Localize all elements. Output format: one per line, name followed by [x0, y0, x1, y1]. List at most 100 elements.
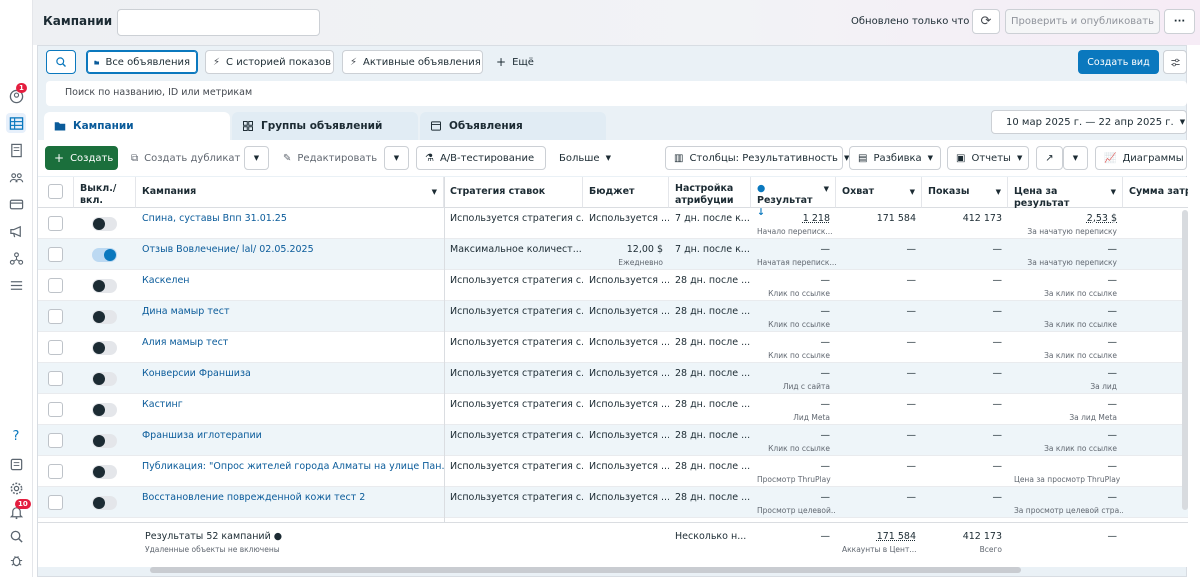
notifications-bell-icon[interactable]: 10 — [6, 499, 31, 522]
campaign-name-link[interactable]: Восстановление поврежденной кожи тест 2 — [142, 492, 365, 503]
horizontal-scrollbar[interactable] — [150, 567, 1021, 573]
row-checkbox[interactable] — [48, 247, 63, 262]
edit-dropdown[interactable]: ▼ — [384, 146, 409, 170]
refresh-button[interactable]: ⟳ — [972, 9, 1000, 34]
header-campaign[interactable]: Кампания ▼ — [136, 177, 444, 208]
metrics-search-input[interactable]: Поиск по названию, ID или метрикам — [46, 81, 1187, 106]
campaign-toggle[interactable] — [92, 310, 117, 324]
menu-icon[interactable] — [6, 275, 26, 295]
result-type: Клик по ссылке — [768, 289, 830, 298]
business-network-icon[interactable] — [6, 248, 26, 268]
tab-ads[interactable]: Объявления — [420, 112, 606, 140]
search-toggle-button[interactable] — [46, 50, 76, 74]
result-type: Начатая переписк... — [757, 258, 836, 267]
info-icon[interactable]: ● — [274, 531, 282, 542]
header-impressions[interactable]: Показы ▼ — [922, 177, 1008, 208]
row-checkbox[interactable] — [48, 402, 63, 417]
row-checkbox[interactable] — [48, 495, 63, 510]
table-row[interactable]: Франшиза иглотерапии Используется стратег… — [38, 425, 1188, 456]
billing-icon[interactable] — [6, 194, 26, 214]
campaign-name-link[interactable]: Спина, суставы Впп 31.01.25 — [142, 213, 287, 224]
campaign-name-link[interactable]: Дина мамыр тест — [142, 306, 230, 317]
row-checkbox[interactable] — [48, 216, 63, 231]
campaigns-table-icon[interactable] — [6, 113, 26, 133]
bug-report-icon[interactable] — [6, 550, 26, 570]
campaign-name-link[interactable]: Кастинг — [142, 399, 183, 410]
more-views-button[interactable]: + Ещё — [496, 55, 534, 69]
audiences-icon[interactable] — [6, 167, 26, 187]
campaign-toggle[interactable] — [92, 248, 117, 262]
table-row[interactable]: Спина, суставы Впп 31.01.25 Используется … — [38, 208, 1188, 239]
export-dropdown[interactable]: ▼ — [1063, 146, 1088, 170]
date-range-picker[interactable]: 10 мар 2025 г. — 22 апр 2025 г. ▼ — [991, 110, 1187, 134]
campaign-name-link[interactable]: Каскелен — [142, 275, 190, 286]
row-checkbox[interactable] — [48, 433, 63, 448]
vertical-scrollbar[interactable] — [1182, 210, 1188, 510]
export-button[interactable]: ↗ — [1036, 146, 1063, 170]
header-budget[interactable]: Бюджет — [583, 177, 669, 208]
account-overview-icon[interactable]: 1 — [6, 83, 27, 106]
campaign-name-link[interactable]: Конверсии Франшиза — [142, 368, 251, 379]
header-attribution[interactable]: Настройка атрибуции — [669, 177, 751, 208]
create-button[interactable]: + Создать — [45, 146, 118, 170]
view-active-ads[interactable]: ⚡ Активные объявления — [342, 50, 483, 74]
row-checkbox[interactable] — [48, 278, 63, 293]
pages-icon[interactable] — [6, 140, 26, 160]
table-row[interactable]: Публикация: "Опрос жителей города Алматы… — [38, 456, 1188, 487]
header-cost-per-result[interactable]: Цена за результат ▼ — [1008, 177, 1123, 209]
help-icon[interactable]: ? — [6, 426, 26, 446]
header-select-all[interactable] — [38, 177, 74, 208]
edit-button[interactable]: ✎ Редактировать — [275, 146, 386, 170]
campaign-toggle[interactable] — [92, 341, 117, 355]
columns-button[interactable]: ▥ Столбцы: Результативность ▼ — [665, 146, 849, 170]
cpr-value: — — [1107, 461, 1118, 472]
select-all-checkbox[interactable] — [48, 184, 63, 199]
campaign-toggle[interactable] — [92, 434, 117, 448]
search-icon[interactable] — [6, 526, 26, 546]
tab-adsets[interactable]: Группы объявлений — [232, 112, 418, 140]
table-row[interactable]: Каскелен Используется стратегия с... Испол… — [38, 270, 1188, 301]
duplicate-dropdown[interactable]: ▼ — [244, 146, 269, 170]
megaphone-icon[interactable] — [6, 221, 26, 241]
table-row[interactable]: Восстановление поврежденной кожи тест 2 И… — [38, 487, 1188, 518]
row-checkbox[interactable] — [48, 371, 63, 386]
row-checkbox[interactable] — [48, 340, 63, 355]
campaign-name-link[interactable]: Алия мамыр тест — [142, 337, 228, 348]
duplicate-button[interactable]: ⧉ Создать дубликат — [123, 146, 249, 170]
campaign-toggle[interactable] — [92, 465, 117, 479]
table-row[interactable]: Дина мамыр тест Используется стратегия с.… — [38, 301, 1188, 332]
campaign-toggle[interactable] — [92, 496, 117, 510]
table-row[interactable]: Алия мамыр тест Используется стратегия с.… — [38, 332, 1188, 363]
account-selector-input[interactable] — [117, 9, 320, 36]
campaign-name-link[interactable]: Отзыв Вовлечение/ lal/ 02.05.2025 — [142, 244, 314, 255]
reports-button[interactable]: ▣ Отчеты ▼ — [947, 146, 1029, 170]
notes-icon[interactable] — [6, 454, 26, 474]
settings-gear-icon[interactable] — [6, 478, 26, 498]
header-result[interactable]: ● Результат ↓ ▼ — [751, 177, 836, 218]
campaign-toggle[interactable] — [92, 372, 117, 386]
row-checkbox[interactable] — [48, 464, 63, 479]
view-settings-button[interactable] — [1163, 50, 1187, 74]
more-actions-button[interactable]: Больше ▼ — [551, 146, 619, 170]
create-view-button[interactable]: Создать вид — [1078, 50, 1159, 74]
table-row[interactable]: Кастинг Используется стратегия с... Исполь… — [38, 394, 1188, 425]
ab-test-button[interactable]: ⚗ A/B-тестирование — [416, 146, 546, 170]
more-options-button[interactable]: ··· — [1164, 9, 1195, 34]
campaign-toggle[interactable] — [92, 217, 117, 231]
charts-button[interactable]: 📈 Диаграммы — [1095, 146, 1187, 170]
campaign-toggle[interactable] — [92, 403, 117, 417]
header-bid-strategy[interactable]: Стратегия ставок — [444, 177, 583, 208]
row-checkbox[interactable] — [48, 309, 63, 324]
view-all-ads[interactable]: Все объявления — [86, 50, 198, 74]
header-reach[interactable]: Охват ▼ — [836, 177, 922, 208]
tab-campaigns[interactable]: Кампании — [44, 112, 230, 140]
campaign-name-link[interactable]: Франшиза иглотерапии — [142, 430, 262, 441]
view-with-history[interactable]: ⚡ С историей показов — [205, 50, 334, 74]
table-row[interactable]: Конверсии Франшиза Используется стратегия… — [38, 363, 1188, 394]
review-publish-button[interactable]: Проверить и опубликовать — [1005, 9, 1160, 34]
campaign-name-link[interactable]: Публикация: "Опрос жителей города Алматы… — [142, 461, 444, 472]
campaign-toggle[interactable] — [92, 279, 117, 293]
table-row[interactable]: Отзыв Вовлечение/ lal/ 02.05.2025 Максима… — [38, 239, 1188, 270]
breakdown-button[interactable]: ▤ Разбивка ▼ — [849, 146, 941, 170]
header-amount-spent[interactable]: Сумма затра — [1123, 177, 1188, 208]
